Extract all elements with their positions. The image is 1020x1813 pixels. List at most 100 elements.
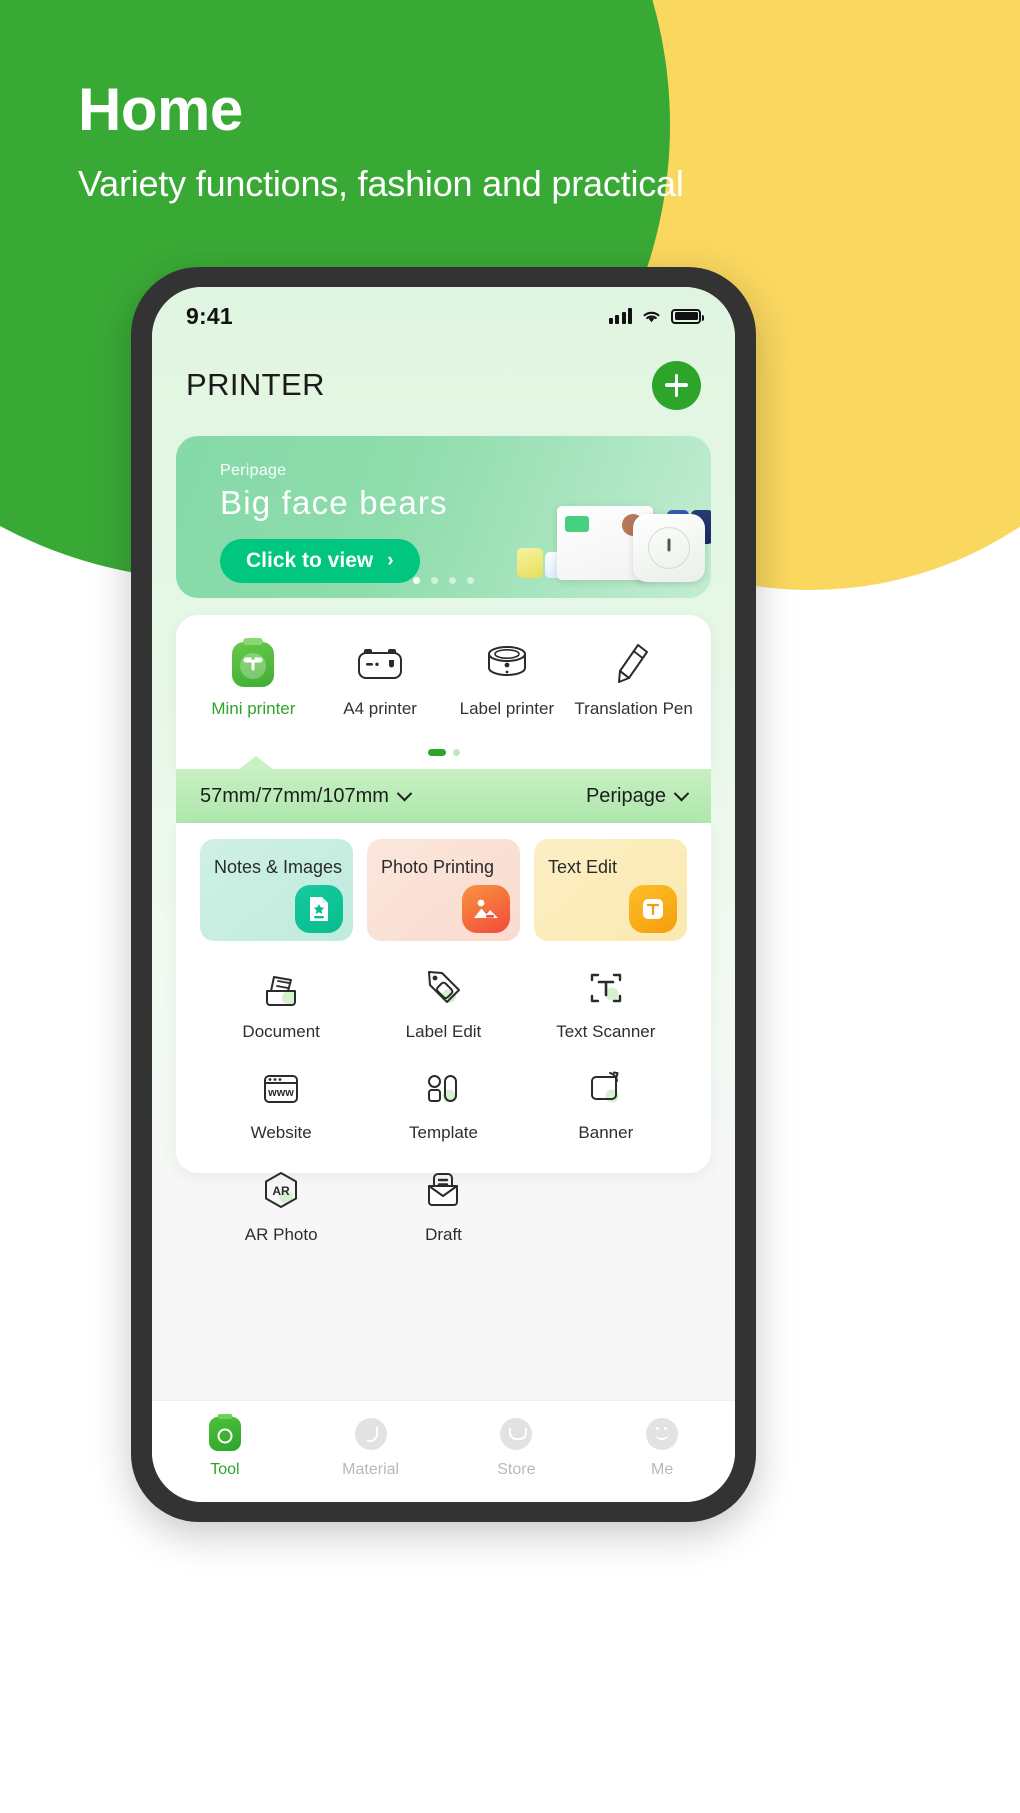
pager-indicator-active[interactable] <box>427 749 446 756</box>
tools-panel: Notes & Images Photo Printing Text Edit … <box>176 823 711 1244</box>
feature-card-title: Text Edit <box>548 857 618 877</box>
translation-pen-icon <box>608 639 660 689</box>
status-icons <box>608 308 704 324</box>
printer-type-label: Translation Pen <box>574 699 693 718</box>
add-device-button[interactable] <box>652 360 701 410</box>
wifi-icon <box>643 311 660 323</box>
tool-label: Document <box>242 1022 320 1041</box>
tool-label: Text Scanner <box>556 1022 656 1041</box>
ar-photo-icon: AR <box>254 1166 308 1216</box>
text-scanner-icon <box>579 963 633 1013</box>
printer-type-translation-pen[interactable]: Translation Pen <box>570 639 697 719</box>
pager-indicator[interactable] <box>452 749 460 756</box>
tool-banner[interactable]: Banner <box>525 1064 687 1143</box>
promo-brand: Peripage <box>220 462 287 479</box>
tool-website[interactable]: www Website <box>200 1064 362 1143</box>
page-root: Home Variety functions, fashion and prac… <box>0 0 1020 1813</box>
phone-frame: 9:41 PRINTER Peripage Big face bears Cli… <box>131 267 756 1522</box>
tab-label: Tool <box>210 1461 240 1478</box>
tool-label: Draft <box>425 1224 462 1244</box>
paper-size-dropdown[interactable]: 57mm/77mm/107mm <box>200 784 413 808</box>
label-tag-icon <box>416 963 470 1013</box>
printer-type-row: Mini printer A4 printer Label printer Tr… <box>176 615 711 719</box>
label-printer-icon <box>481 639 533 689</box>
a4-printer-icon <box>354 639 406 689</box>
feature-cards: Notes & Images Photo Printing Text Edit <box>200 839 687 941</box>
status-time: 9:41 <box>186 302 233 329</box>
tool-label: Website <box>250 1123 312 1143</box>
chevron-down-icon <box>673 785 690 801</box>
svg-text:AR: AR <box>272 1184 290 1198</box>
banner-icon <box>579 1064 633 1114</box>
promo-cta-label: Click to view <box>246 549 374 572</box>
tab-label: Material <box>342 1461 400 1478</box>
tab-tool[interactable]: Tool <box>152 1414 298 1479</box>
status-bar: 9:41 <box>152 287 735 345</box>
printer-type-selector: Mini printer A4 printer Label printer Tr… <box>176 615 711 769</box>
template-icon <box>416 1064 470 1114</box>
document-icon <box>254 963 308 1013</box>
tool-text-scanner[interactable]: Text Scanner <box>525 963 687 1042</box>
feature-card-notes-images[interactable]: Notes & Images <box>200 839 353 941</box>
cellular-bars-icon <box>608 308 632 324</box>
brand-dropdown[interactable]: Peripage <box>585 784 690 808</box>
printer-type-label: Label printer <box>459 699 555 718</box>
app-title: PRINTER <box>186 367 325 402</box>
printer-type-label: A4 printer <box>343 699 417 718</box>
tool-template[interactable]: Template <box>362 1064 524 1143</box>
printer-type-label-printer[interactable]: Label printer <box>444 639 571 719</box>
battery-full-icon <box>671 308 704 324</box>
carousel-dot[interactable] <box>431 577 438 584</box>
tool-ar-photo[interactable]: AR AR Photo <box>200 1166 362 1245</box>
tool-label: Banner <box>578 1123 634 1143</box>
brand-value: Peripage <box>585 784 666 807</box>
printer-type-pager[interactable] <box>176 749 711 756</box>
tool-document[interactable]: Document <box>200 963 362 1042</box>
bottom-tab-bar: Tool Material Store Me <box>152 1400 735 1502</box>
selector-notch <box>238 756 274 770</box>
tab-label: Me <box>651 1461 674 1478</box>
chevron-right-icon: › <box>387 550 394 571</box>
promo-banner[interactable]: Peripage Big face bears Click to view › <box>176 436 711 598</box>
tab-label: Store <box>497 1461 536 1478</box>
feature-card-photo-printing[interactable]: Photo Printing <box>367 839 520 941</box>
paper-size-value: 57mm/77mm/107mm <box>200 784 389 807</box>
product-printer <box>633 514 705 582</box>
promo-carousel-dots[interactable] <box>176 577 711 584</box>
tab-store[interactable]: Store <box>444 1415 590 1479</box>
paper-size-bar: 57mm/77mm/107mm Peripage <box>176 756 711 823</box>
photo-image-icon <box>462 885 510 933</box>
tool-label-edit[interactable]: Label Edit <box>362 963 524 1042</box>
text-edit-icon <box>629 885 677 933</box>
website-www-icon: www <box>254 1064 308 1114</box>
tool-printer-icon <box>206 1414 244 1453</box>
tool-draft[interactable]: Draft <box>362 1166 524 1245</box>
svg-text:www: www <box>267 1087 294 1099</box>
hero-section: Home Variety functions, fashion and prac… <box>0 0 1020 300</box>
printer-type-label: Mini printer <box>211 699 296 718</box>
chevron-down-icon <box>396 785 413 801</box>
feature-card-text-edit[interactable]: Text Edit <box>534 839 687 941</box>
app-background: 9:41 PRINTER Peripage Big face bears Cli… <box>152 287 735 1502</box>
tab-me[interactable]: Me <box>589 1415 735 1479</box>
printer-type-a4-printer[interactable]: A4 printer <box>317 639 444 719</box>
carousel-dot[interactable] <box>449 577 456 584</box>
printer-type-mini-printer[interactable]: Mini printer <box>190 637 317 719</box>
app-header: PRINTER <box>152 349 735 421</box>
note-star-icon <box>295 885 343 933</box>
feature-card-title: Notes & Images <box>214 857 343 877</box>
tool-grid: Document Label Edit Text Scanner www Web… <box>200 963 687 1245</box>
material-moon-icon <box>352 1415 390 1453</box>
carousel-dot[interactable] <box>413 577 420 584</box>
promo-title: Big face bears <box>220 484 448 521</box>
tab-material[interactable]: Material <box>298 1415 444 1479</box>
paper-roll <box>517 548 543 578</box>
page-title: Home <box>78 76 243 143</box>
mini-printer-icon <box>227 637 279 689</box>
tool-label: Template <box>409 1123 478 1143</box>
carousel-dot[interactable] <box>467 577 474 584</box>
tool-label: Label Edit <box>405 1022 482 1041</box>
phone-screen: 9:41 PRINTER Peripage Big face bears Cli… <box>152 287 735 1502</box>
feature-card-title: Photo Printing <box>381 857 495 877</box>
store-bag-icon <box>497 1415 535 1453</box>
